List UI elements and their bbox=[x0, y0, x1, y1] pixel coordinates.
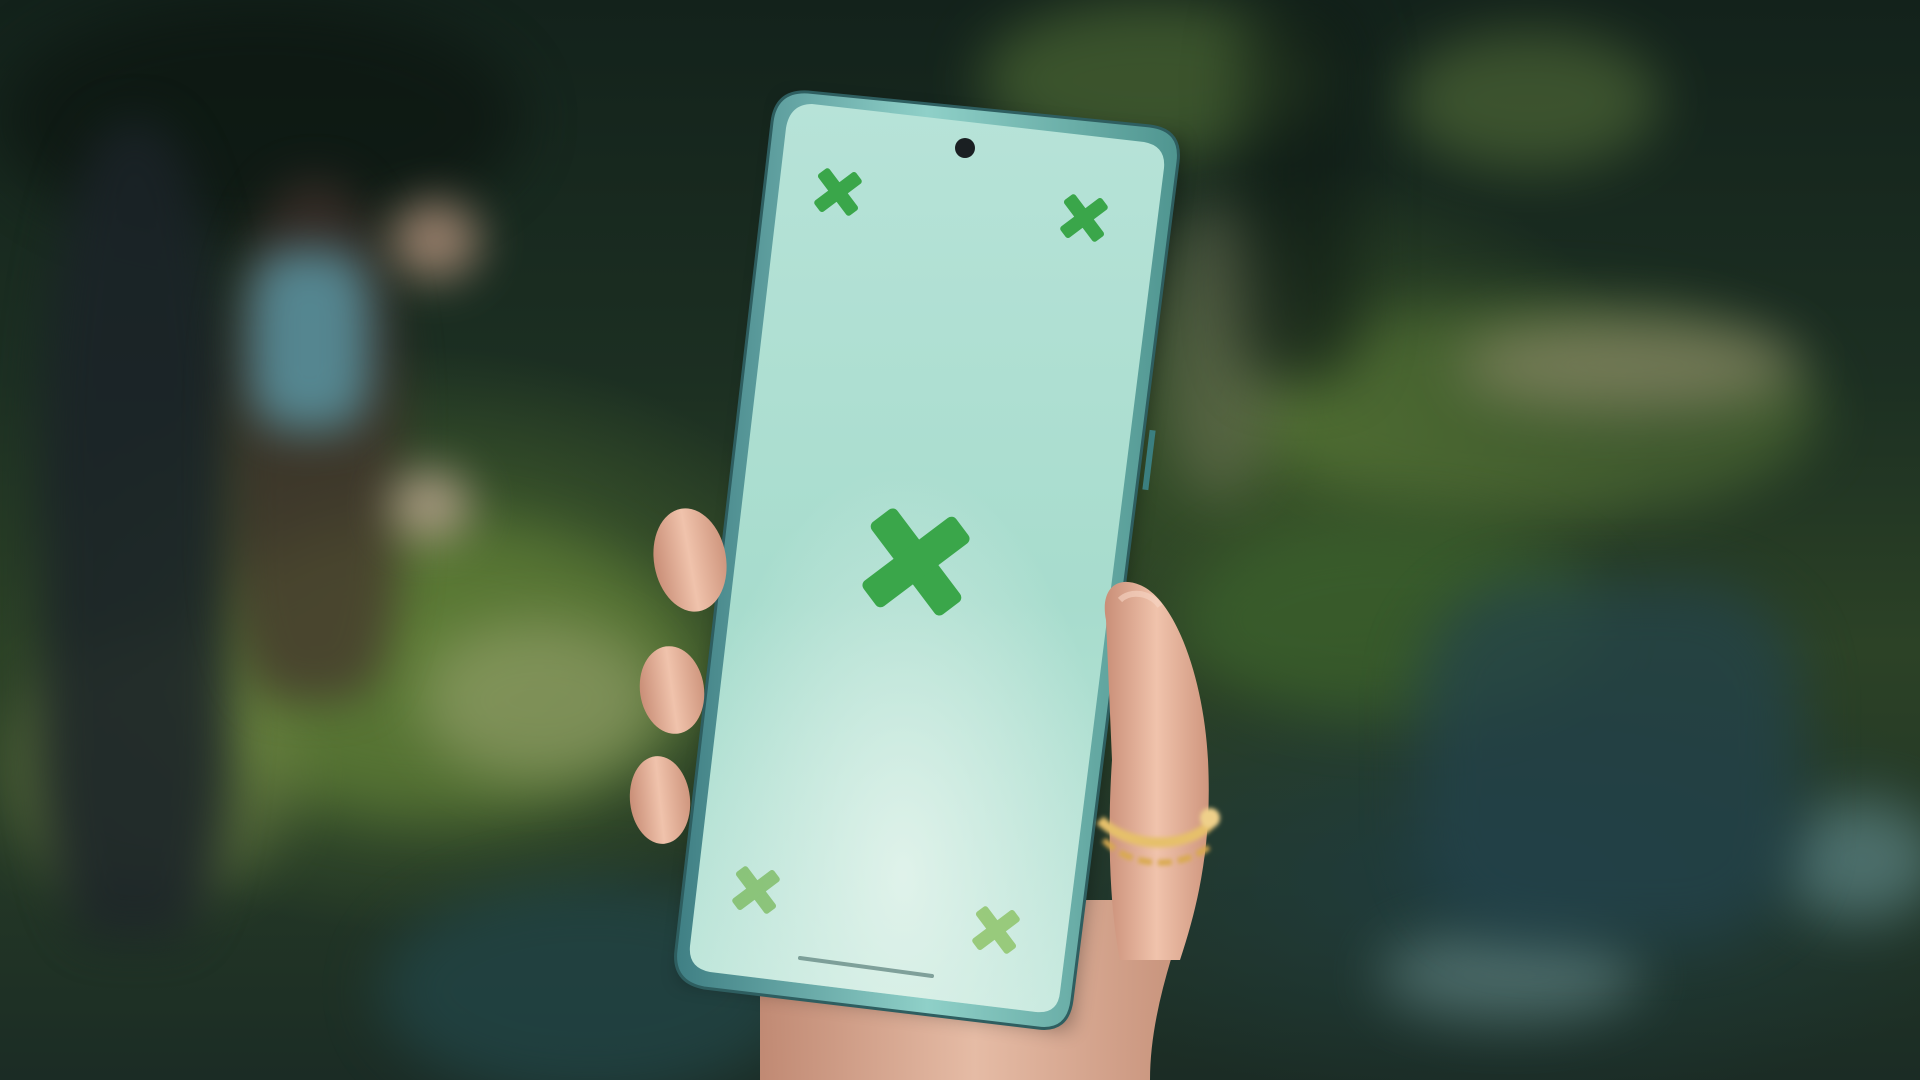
photo-scene bbox=[0, 0, 1920, 1080]
finger bbox=[639, 646, 705, 734]
front-camera bbox=[955, 138, 975, 158]
phone-in-hand bbox=[629, 90, 1220, 1080]
thumb bbox=[1104, 581, 1209, 960]
finger bbox=[629, 756, 691, 844]
